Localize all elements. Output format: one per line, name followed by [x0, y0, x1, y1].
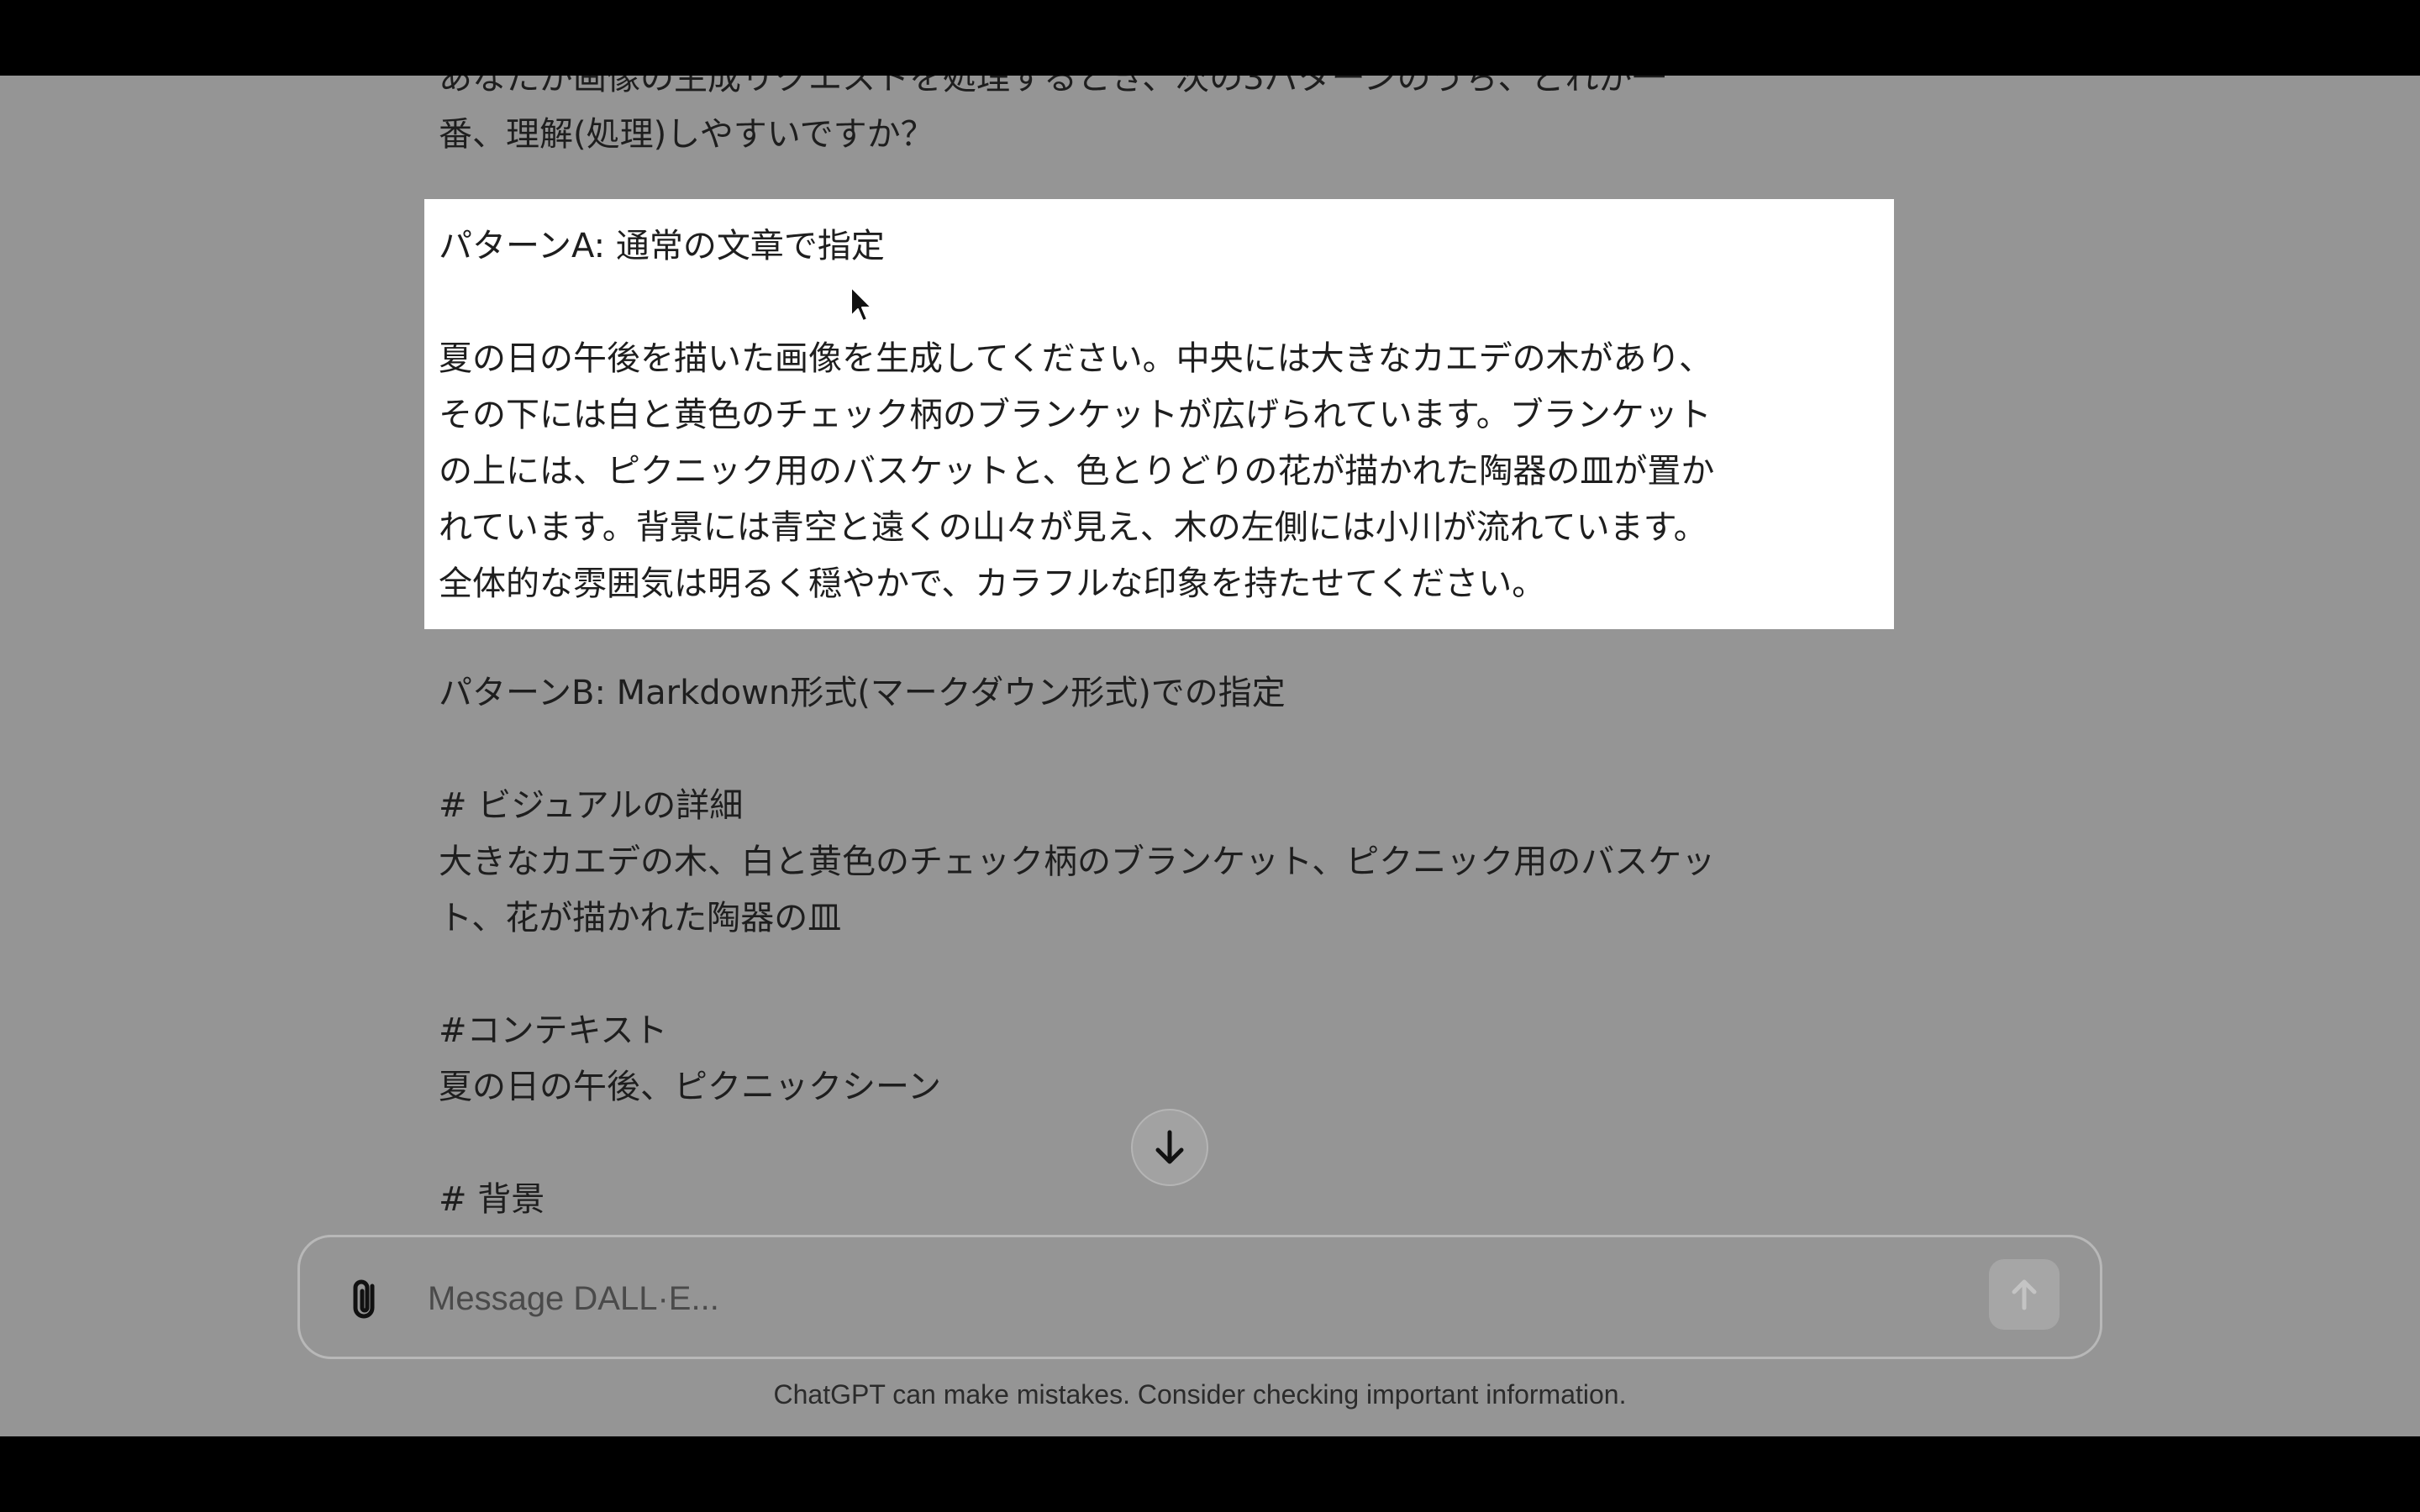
intro-line: あなたが画像の生成リクエストを処理するとき、次の3パターンのうち、どれが一: [439, 76, 1666, 97]
visual-heading: # ビジュアルの詳細: [439, 786, 744, 825]
pattern-a-heading: パターンA: 通常の文章で指定: [439, 227, 885, 265]
disclaimer-text: ChatGPT can make mistakes. Consider chec…: [773, 1379, 1627, 1410]
pattern-b-heading: パターンB: Markdown形式(マークダウン形式)での指定: [439, 674, 1286, 712]
video-frame: あなたが画像の生成リクエストを処理するとき、次の3パターンのうち、どれが一番、理…: [0, 0, 2420, 1512]
visual-line: ト、花が描かれた陶器の皿: [439, 899, 842, 937]
pattern-a-line: れています。背景には青空と遠くの山々が見え、木の左側には小川が流れています。: [439, 508, 1707, 547]
send-button[interactable]: [1989, 1259, 2060, 1330]
intro-line: 番、理解(処理)しやすいですか？: [439, 115, 934, 154]
arrow-down-icon: [1155, 1130, 1184, 1164]
arrow-up-icon: [2012, 1279, 2037, 1310]
pattern-a-body: 夏の日の午後を描いた画像を生成してください。中央には大きなカエデの木があり、 その…: [439, 331, 1867, 612]
message-scroll-area[interactable]: あなたが画像の生成リクエストを処理するとき、次の3パターンのうち、どれが一番、理…: [0, 76, 2420, 1235]
paperclip-icon[interactable]: [342, 1274, 389, 1325]
user-message-intro: あなたが画像の生成リクエストを処理するとき、次の3パターンのうち、どれが一番、理…: [439, 76, 1867, 163]
context-line: 夏の日の午後、ピクニックシーン: [439, 1068, 941, 1106]
scroll-to-bottom-button[interactable]: [1131, 1109, 1208, 1186]
chat-window: あなたが画像の生成リクエストを処理するとき、次の3パターンのうち、どれが一番、理…: [0, 76, 2420, 1436]
mouse-pointer-icon: [850, 286, 872, 322]
pattern-a-line: の上には、ピクニック用のバスケットと、色とりどりの花が描かれた陶器の皿が置か: [439, 452, 1715, 491]
context-heading: #コンテキスト: [439, 1011, 668, 1050]
pattern-a-line: 夏の日の午後を描いた画像を生成してください。中央には大きなカエデの木があり、: [439, 339, 1712, 378]
message-composer: [297, 1235, 2102, 1359]
message-input[interactable]: [426, 1263, 1858, 1335]
pattern-a-line: 全体的な雰囲気は明るく穏やかで、カラフルな印象を持たせてください。: [439, 564, 1546, 603]
pattern-a-line: その下には白と黄色のチェック柄のブランケットが広げられています。ブランケット: [439, 396, 1712, 434]
pattern-a-block: パターンA: 通常の文章で指定夏の日の午後を描いた画像を生成してください。中央に…: [439, 218, 1867, 612]
visual-line: 大きなカエデの木、白と黄色のチェック柄のブランケット、ピクニック用のバスケッ: [439, 843, 1716, 881]
